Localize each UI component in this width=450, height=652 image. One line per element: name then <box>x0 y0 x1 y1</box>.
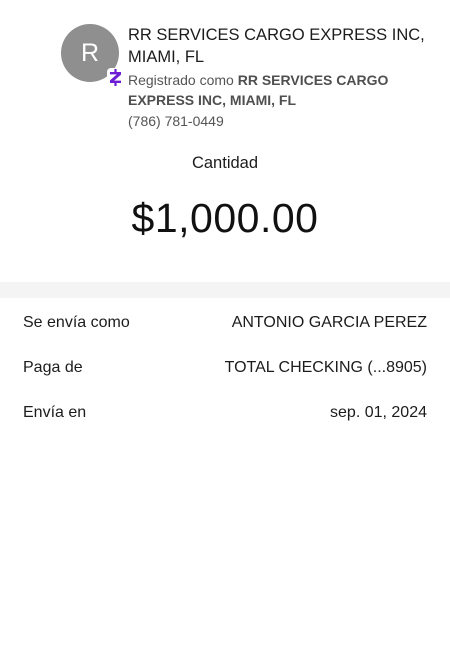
registered-as-text: Registrado como RR SERVICES CARGO EXPRES… <box>128 70 418 110</box>
registered-prefix: Registrado como <box>128 72 238 88</box>
recipient-header: R RR SERVICES CARGO EXPRESS INC, MIAMI, … <box>0 0 450 140</box>
detail-value-send-on: sep. 01, 2024 <box>330 404 427 421</box>
section-divider <box>0 282 450 298</box>
detail-row-send-as: Se envía como ANTONIO GARCIA PEREZ <box>0 298 450 343</box>
detail-label-send-on: Envía en <box>23 404 87 421</box>
recipient-phone: (786) 781-0449 <box>128 113 224 129</box>
zelle-icon <box>107 68 124 87</box>
amount-label: Cantidad <box>191 154 259 172</box>
recipient-name: RR SERVICES CARGO EXPRESS INC, MIAMI, FL <box>128 24 428 68</box>
recipient-name-line1: RR SERVICES CARGO EXPRESS INC, <box>128 26 425 44</box>
detail-row-send-on: Envía en sep. 01, 2024 <box>0 388 450 433</box>
detail-label-send-as: Se envía como <box>23 314 130 331</box>
detail-value-pay-from: TOTAL CHECKING (...8905) <box>224 359 427 376</box>
detail-value-send-as: ANTONIO GARCIA PEREZ <box>231 314 427 331</box>
payment-details: Se envía como ANTONIO GARCIA PEREZ Paga … <box>0 298 450 433</box>
detail-label-pay-from: Paga de <box>23 359 83 376</box>
detail-row-pay-from: Paga de TOTAL CHECKING (...8905) <box>0 343 450 388</box>
amount-value: $1,000.00 <box>131 195 319 241</box>
recipient-name-line2: MIAMI, FL <box>128 48 205 66</box>
payment-review-screen: R RR SERVICES CARGO EXPRESS INC, MIAMI, … <box>0 0 450 652</box>
